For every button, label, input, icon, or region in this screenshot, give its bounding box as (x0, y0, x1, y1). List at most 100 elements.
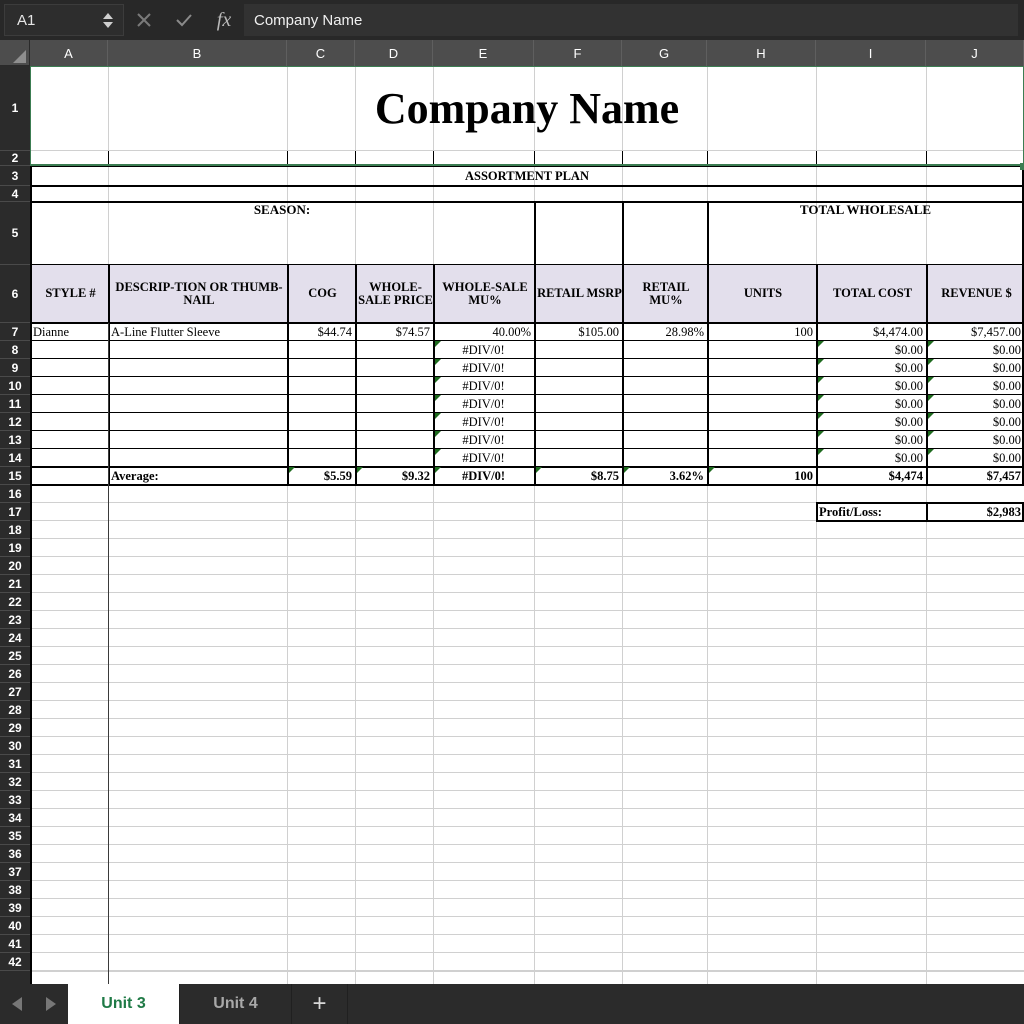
arrow-left-icon[interactable] (0, 984, 34, 1024)
column-title-e[interactable]: WHOLE-SALE MU% (433, 265, 534, 323)
column-title-j[interactable]: REVENUE $ (926, 265, 1024, 323)
cell-j8[interactable]: $0.00 (926, 341, 1024, 359)
cell-i11[interactable]: $0.00 (816, 395, 926, 413)
cell-c8[interactable] (287, 341, 355, 359)
row-header-5[interactable]: 5 (0, 202, 30, 265)
row-header-34[interactable]: 34 (0, 809, 30, 827)
row-header-10[interactable]: 10 (0, 377, 30, 395)
cell-g12[interactable] (622, 413, 707, 431)
cell-e7[interactable]: 40.00% (433, 323, 534, 341)
cell-i9[interactable]: $0.00 (816, 359, 926, 377)
season-group-header[interactable]: SEASON: (30, 202, 534, 265)
row-header-18[interactable]: 18 (0, 521, 30, 539)
cell-a7[interactable]: Dianne (30, 323, 108, 341)
arrow-right-icon[interactable] (34, 984, 68, 1024)
cell-e12[interactable]: #DIV/0! (433, 413, 534, 431)
cell-e11[interactable]: #DIV/0! (433, 395, 534, 413)
cell-f11[interactable] (534, 395, 622, 413)
cell-a9[interactable] (30, 359, 108, 377)
cell-d14[interactable] (355, 449, 433, 467)
cell-b9[interactable] (108, 359, 287, 377)
column-header-h[interactable]: H (707, 40, 816, 66)
cell-j14[interactable]: $0.00 (926, 449, 1024, 467)
average-revenue[interactable]: $7,457 (926, 467, 1024, 485)
cell-g13[interactable] (622, 431, 707, 449)
fill-handle[interactable] (1020, 163, 1024, 170)
cell-g9[interactable] (622, 359, 707, 377)
cell-h11[interactable] (707, 395, 816, 413)
row-header-16[interactable]: 16 (0, 485, 30, 503)
row-header-31[interactable]: 31 (0, 755, 30, 773)
column-title-i[interactable]: TOTAL COST (816, 265, 926, 323)
cell-a14[interactable] (30, 449, 108, 467)
average-wholesale_price[interactable]: $9.32 (355, 467, 433, 485)
profit-loss-value[interactable]: $2,983 (926, 503, 1024, 521)
column-header-d[interactable]: D (355, 40, 433, 66)
row-header-14[interactable]: 14 (0, 449, 30, 467)
column-header-b[interactable]: B (108, 40, 287, 66)
cell-e13[interactable]: #DIV/0! (433, 431, 534, 449)
row-header-22[interactable]: 22 (0, 593, 30, 611)
row-header-2[interactable]: 2 (0, 151, 30, 166)
row-header-6[interactable]: 6 (0, 265, 30, 323)
cell-d11[interactable] (355, 395, 433, 413)
cell-j10[interactable]: $0.00 (926, 377, 1024, 395)
row-header-12[interactable]: 12 (0, 413, 30, 431)
cell-c12[interactable] (287, 413, 355, 431)
check-icon[interactable] (164, 0, 204, 40)
sheet-canvas[interactable]: Company Name ASSORTMENT PLAN SEASON: TOTAL … (30, 66, 1024, 984)
column-title-h[interactable]: UNITS (707, 265, 816, 323)
column-header-i[interactable]: I (816, 40, 926, 66)
cell-i10[interactable]: $0.00 (816, 377, 926, 395)
cell-i14[interactable]: $0.00 (816, 449, 926, 467)
row-header-19[interactable]: 19 (0, 539, 30, 557)
cell-b10[interactable] (108, 377, 287, 395)
cell-i13[interactable]: $0.00 (816, 431, 926, 449)
cell-b13[interactable] (108, 431, 287, 449)
cell-a11[interactable] (30, 395, 108, 413)
average-retail_msrp[interactable]: $8.75 (534, 467, 622, 485)
average-retail_mu[interactable]: 3.62% (622, 467, 707, 485)
row-header-23[interactable]: 23 (0, 611, 30, 629)
row-header-25[interactable]: 25 (0, 647, 30, 665)
row-header-3[interactable]: 3 (0, 166, 30, 186)
column-header-f[interactable]: F (534, 40, 622, 66)
cell-d13[interactable] (355, 431, 433, 449)
cell-f12[interactable] (534, 413, 622, 431)
column-header-j[interactable]: J (926, 40, 1024, 66)
cell-e8[interactable]: #DIV/0! (433, 341, 534, 359)
cell-h13[interactable] (707, 431, 816, 449)
spinner-down-icon[interactable] (103, 21, 113, 28)
cell-c9[interactable] (287, 359, 355, 377)
average-cog[interactable]: $5.59 (287, 467, 355, 485)
row-header-30[interactable]: 30 (0, 737, 30, 755)
cell-c13[interactable] (287, 431, 355, 449)
cell-a8[interactable] (30, 341, 108, 359)
row-header-27[interactable]: 27 (0, 683, 30, 701)
row-header-11[interactable]: 11 (0, 395, 30, 413)
name-box[interactable]: A1 (4, 4, 124, 36)
cell-i12[interactable]: $0.00 (816, 413, 926, 431)
column-title-d[interactable]: WHOLE-SALE PRICE (355, 265, 433, 323)
cell-h9[interactable] (707, 359, 816, 377)
row-header-28[interactable]: 28 (0, 701, 30, 719)
formula-input[interactable]: Company Name (244, 4, 1018, 36)
cell-a12[interactable] (30, 413, 108, 431)
cell-b11[interactable] (108, 395, 287, 413)
cell-j13[interactable]: $0.00 (926, 431, 1024, 449)
row-header-15[interactable]: 15 (0, 467, 30, 485)
row-header-35[interactable]: 35 (0, 827, 30, 845)
cell-d8[interactable] (355, 341, 433, 359)
row-header-39[interactable]: 39 (0, 899, 30, 917)
cell-b8[interactable] (108, 341, 287, 359)
cell-h14[interactable] (707, 449, 816, 467)
average-label[interactable]: Average: (108, 467, 287, 485)
cell-d9[interactable] (355, 359, 433, 377)
cell-g7[interactable]: 28.98% (622, 323, 707, 341)
cell-h12[interactable] (707, 413, 816, 431)
spinner-up-icon[interactable] (103, 12, 113, 19)
cell-h8[interactable] (707, 341, 816, 359)
column-header-g[interactable]: G (622, 40, 707, 66)
column-title-b[interactable]: DESCRIP-TION OR THUMB-NAIL (108, 265, 287, 323)
row-header-42[interactable]: 42 (0, 953, 30, 971)
